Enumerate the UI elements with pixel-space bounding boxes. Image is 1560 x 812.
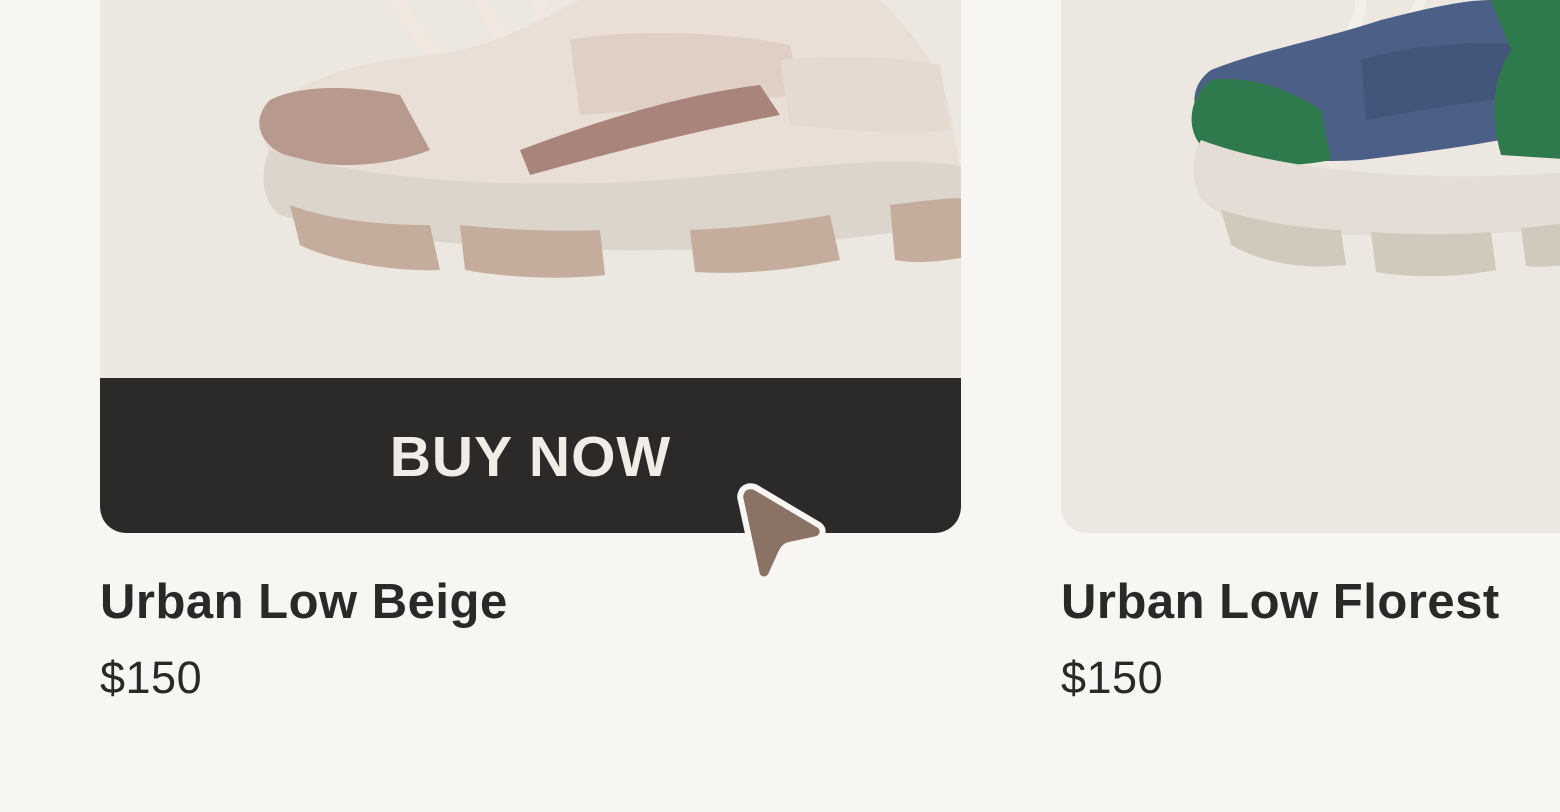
product-price: $150 xyxy=(100,652,203,703)
sneaker-green-blue-icon xyxy=(1191,0,1560,277)
product-card-urban-low-florest[interactable]: Urban Low Florest $150 xyxy=(1061,0,1560,703)
product-name[interactable]: Urban Low Beige xyxy=(100,574,508,630)
product-image-container[interactable]: BUY NOW xyxy=(100,0,961,533)
sneaker-beige-icon xyxy=(259,0,961,278)
product-card-urban-low-beige[interactable]: BUY NOW Urban Low Beige $150 xyxy=(100,0,961,703)
product-name[interactable]: Urban Low Florest xyxy=(1061,574,1500,630)
product-grid: BUY NOW Urban Low Beige $150 Urban Low F… xyxy=(0,0,1560,812)
buy-now-button[interactable]: BUY NOW xyxy=(100,378,961,533)
pointer-cursor-icon xyxy=(737,483,826,583)
buy-now-label: BUY NOW xyxy=(389,425,672,489)
product-price: $150 xyxy=(1061,652,1164,703)
product-image-container[interactable] xyxy=(1061,0,1560,533)
